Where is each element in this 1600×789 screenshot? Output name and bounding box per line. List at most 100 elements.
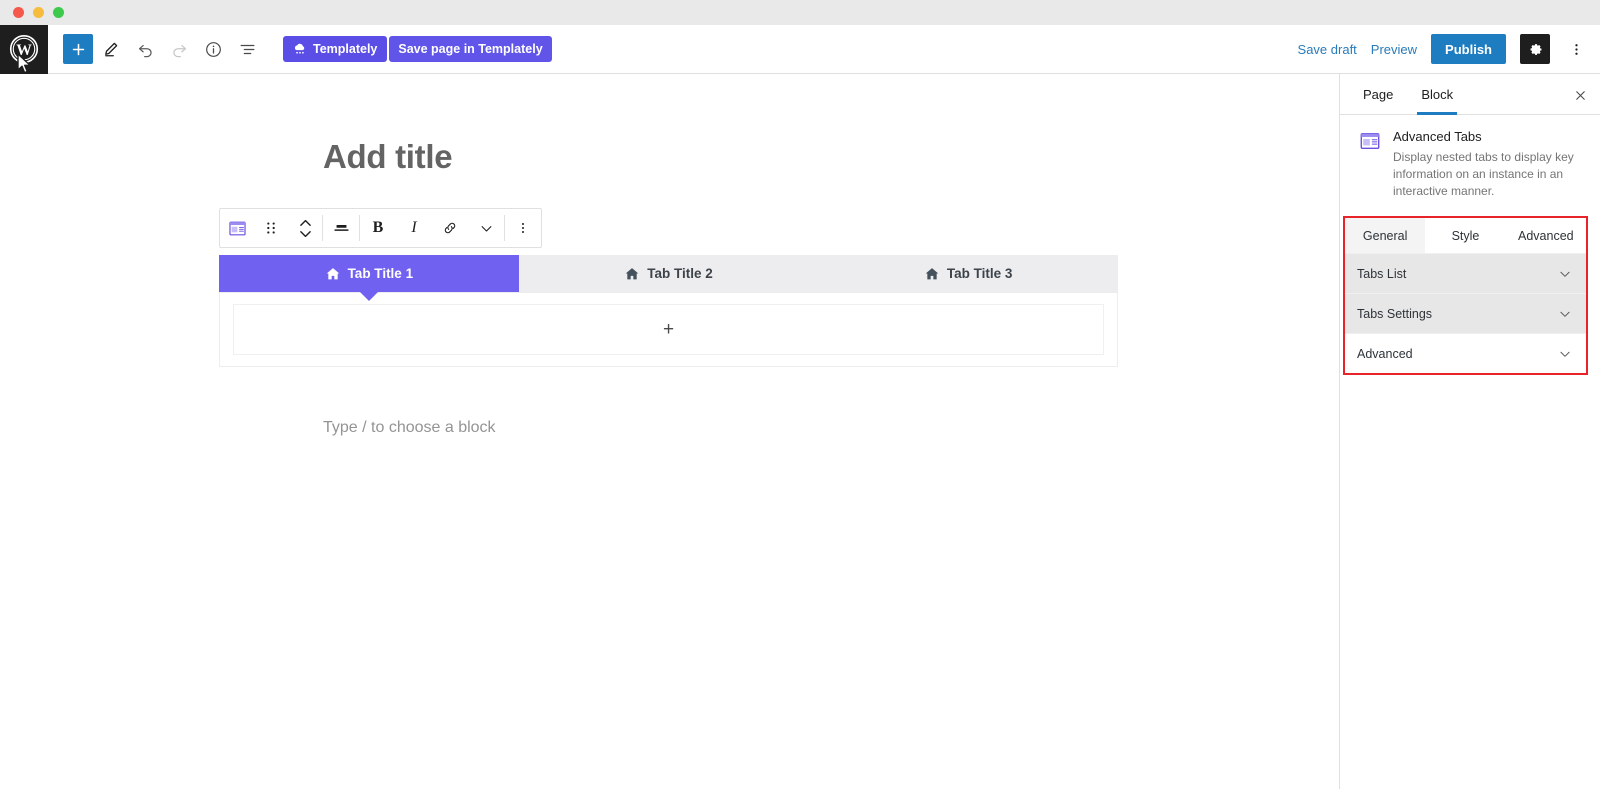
up-down-chevrons-icon — [299, 218, 312, 239]
home-icon — [325, 266, 341, 282]
home-icon — [924, 266, 940, 282]
wordpress-logo-icon: W — [9, 34, 39, 64]
tab-panel: + — [219, 292, 1118, 367]
window-close-button[interactable] — [13, 7, 24, 18]
block-card-icon-wrap — [1358, 129, 1382, 153]
templately-button[interactable]: Templately — [283, 36, 387, 62]
align-center-icon — [333, 220, 350, 237]
block-options-button[interactable] — [505, 209, 541, 247]
publish-button[interactable]: Publish — [1431, 34, 1506, 64]
active-tab-caret — [360, 292, 378, 301]
tab-item-1[interactable]: Tab Title 1 — [219, 255, 519, 292]
tab-advanced[interactable]: Advanced — [1506, 218, 1586, 253]
block-type-button[interactable] — [220, 209, 254, 247]
tab-item-2[interactable]: Tab Title 2 — [519, 255, 819, 292]
accordion-label-tabs-settings: Tabs Settings — [1357, 307, 1432, 321]
info-icon — [204, 40, 223, 59]
block-toolbar-format-group: B I — [360, 209, 504, 247]
kebab-menu-icon — [1568, 41, 1585, 58]
browser-window-chrome — [0, 0, 1600, 25]
italic-icon: I — [411, 219, 416, 237]
post-title-input[interactable]: Add title — [323, 138, 452, 176]
window-minimize-button[interactable] — [33, 7, 44, 18]
toolbar-left-group: Templately Save page in Templately — [48, 33, 552, 65]
undo-arrow-icon — [136, 40, 155, 59]
plus-icon — [70, 41, 87, 58]
block-card-description: Display nested tabs to display key infor… — [1393, 149, 1586, 200]
chevron-down-icon — [1558, 267, 1572, 281]
editor-canvas: Add title — [0, 74, 1339, 789]
tab-item-3[interactable]: Tab Title 3 — [818, 255, 1118, 292]
chevron-down-icon — [479, 221, 494, 236]
tabs-nav: Tab Title 1 Tab Title 2 Tab Title 3 — [219, 255, 1118, 292]
move-updown-button[interactable] — [288, 209, 322, 247]
settings-highlight-box: General Style Advanced Tabs List Tabs Se… — [1343, 216, 1588, 375]
block-toolbar: B I — [219, 208, 542, 248]
accordion-tabs-settings[interactable]: Tabs Settings — [1345, 293, 1586, 333]
tab-block[interactable]: Block — [1407, 74, 1467, 115]
block-toolbar-align-group — [323, 209, 359, 247]
save-draft-button[interactable]: Save draft — [1298, 42, 1357, 57]
advanced-tabs-block-icon — [228, 219, 247, 238]
block-inserter-button[interactable]: + — [663, 320, 674, 339]
home-icon — [624, 266, 640, 282]
chevron-down-icon — [1558, 347, 1572, 361]
preview-button[interactable]: Preview — [1371, 42, 1417, 57]
accordion-tabs-list[interactable]: Tabs List — [1345, 253, 1586, 293]
details-button[interactable] — [197, 33, 229, 65]
drag-handle[interactable] — [254, 209, 288, 247]
accordion-label-advanced: Advanced — [1357, 347, 1413, 361]
tab-style[interactable]: Style — [1425, 218, 1505, 253]
tab-label-3: Tab Title 3 — [947, 266, 1013, 281]
link-button[interactable] — [432, 209, 468, 247]
sidebar-tab-bar: Page Block — [1340, 74, 1600, 115]
toolbar-right-group: Save draft Preview Publish — [1298, 34, 1600, 64]
bold-button[interactable]: B — [360, 209, 396, 247]
advanced-tabs-block: Tab Title 1 Tab Title 2 Tab Title 3 + — [219, 255, 1118, 367]
tab-general[interactable]: General — [1345, 218, 1425, 253]
tab-label-1: Tab Title 1 — [348, 266, 414, 281]
close-sidebar-button[interactable] — [1570, 85, 1590, 105]
tab-label-2: Tab Title 2 — [647, 266, 713, 281]
block-toolbar-block-group — [220, 209, 322, 247]
block-card-title: Advanced Tabs — [1393, 129, 1586, 144]
list-view-button[interactable] — [231, 33, 263, 65]
settings-sidebar: Page Block Advanced Tabs Display nested … — [1339, 74, 1600, 789]
block-card-text: Advanced Tabs Display nested tabs to dis… — [1393, 129, 1586, 200]
tools-edit-button[interactable] — [95, 33, 127, 65]
redo-button[interactable] — [163, 33, 195, 65]
link-icon — [441, 219, 459, 237]
advanced-tabs-block-icon — [1359, 130, 1381, 152]
settings-segmented-tabs: General Style Advanced — [1345, 218, 1586, 253]
settings-button[interactable] — [1520, 34, 1550, 64]
svg-text:W: W — [16, 42, 32, 59]
bold-icon: B — [373, 219, 384, 237]
list-view-icon — [238, 40, 257, 59]
accordion-advanced[interactable]: Advanced — [1345, 333, 1586, 373]
kebab-menu-icon — [515, 220, 531, 236]
add-block-button[interactable] — [63, 34, 93, 64]
tab-page[interactable]: Page — [1349, 74, 1407, 115]
close-icon — [1573, 88, 1588, 103]
chevron-down-icon — [1558, 307, 1572, 321]
gear-icon — [1527, 41, 1544, 58]
accordion-label-tabs-list: Tabs List — [1357, 267, 1406, 281]
save-page-in-templately-button[interactable]: Save page in Templately — [389, 36, 551, 62]
pencil-icon — [102, 40, 120, 58]
templately-button-group: Templately Save page in Templately — [283, 36, 552, 62]
templately-cloud-icon — [293, 42, 307, 56]
editor-top-bar: W — [0, 25, 1600, 74]
block-info-card: Advanced Tabs Display nested tabs to dis… — [1340, 115, 1600, 216]
redo-arrow-icon — [170, 40, 189, 59]
window-maximize-button[interactable] — [53, 7, 64, 18]
italic-button[interactable]: I — [396, 209, 432, 247]
paragraph-placeholder[interactable]: Type / to choose a block — [323, 419, 496, 437]
more-options-button[interactable] — [1564, 34, 1588, 64]
drag-dots-icon — [264, 220, 278, 236]
align-button[interactable] — [323, 209, 359, 247]
undo-button[interactable] — [129, 33, 161, 65]
block-toolbar-options-group — [505, 209, 541, 247]
wordpress-logo-button[interactable]: W — [0, 25, 48, 74]
more-rich-text-button[interactable] — [468, 209, 504, 247]
templately-button-label: Templately — [313, 42, 377, 56]
